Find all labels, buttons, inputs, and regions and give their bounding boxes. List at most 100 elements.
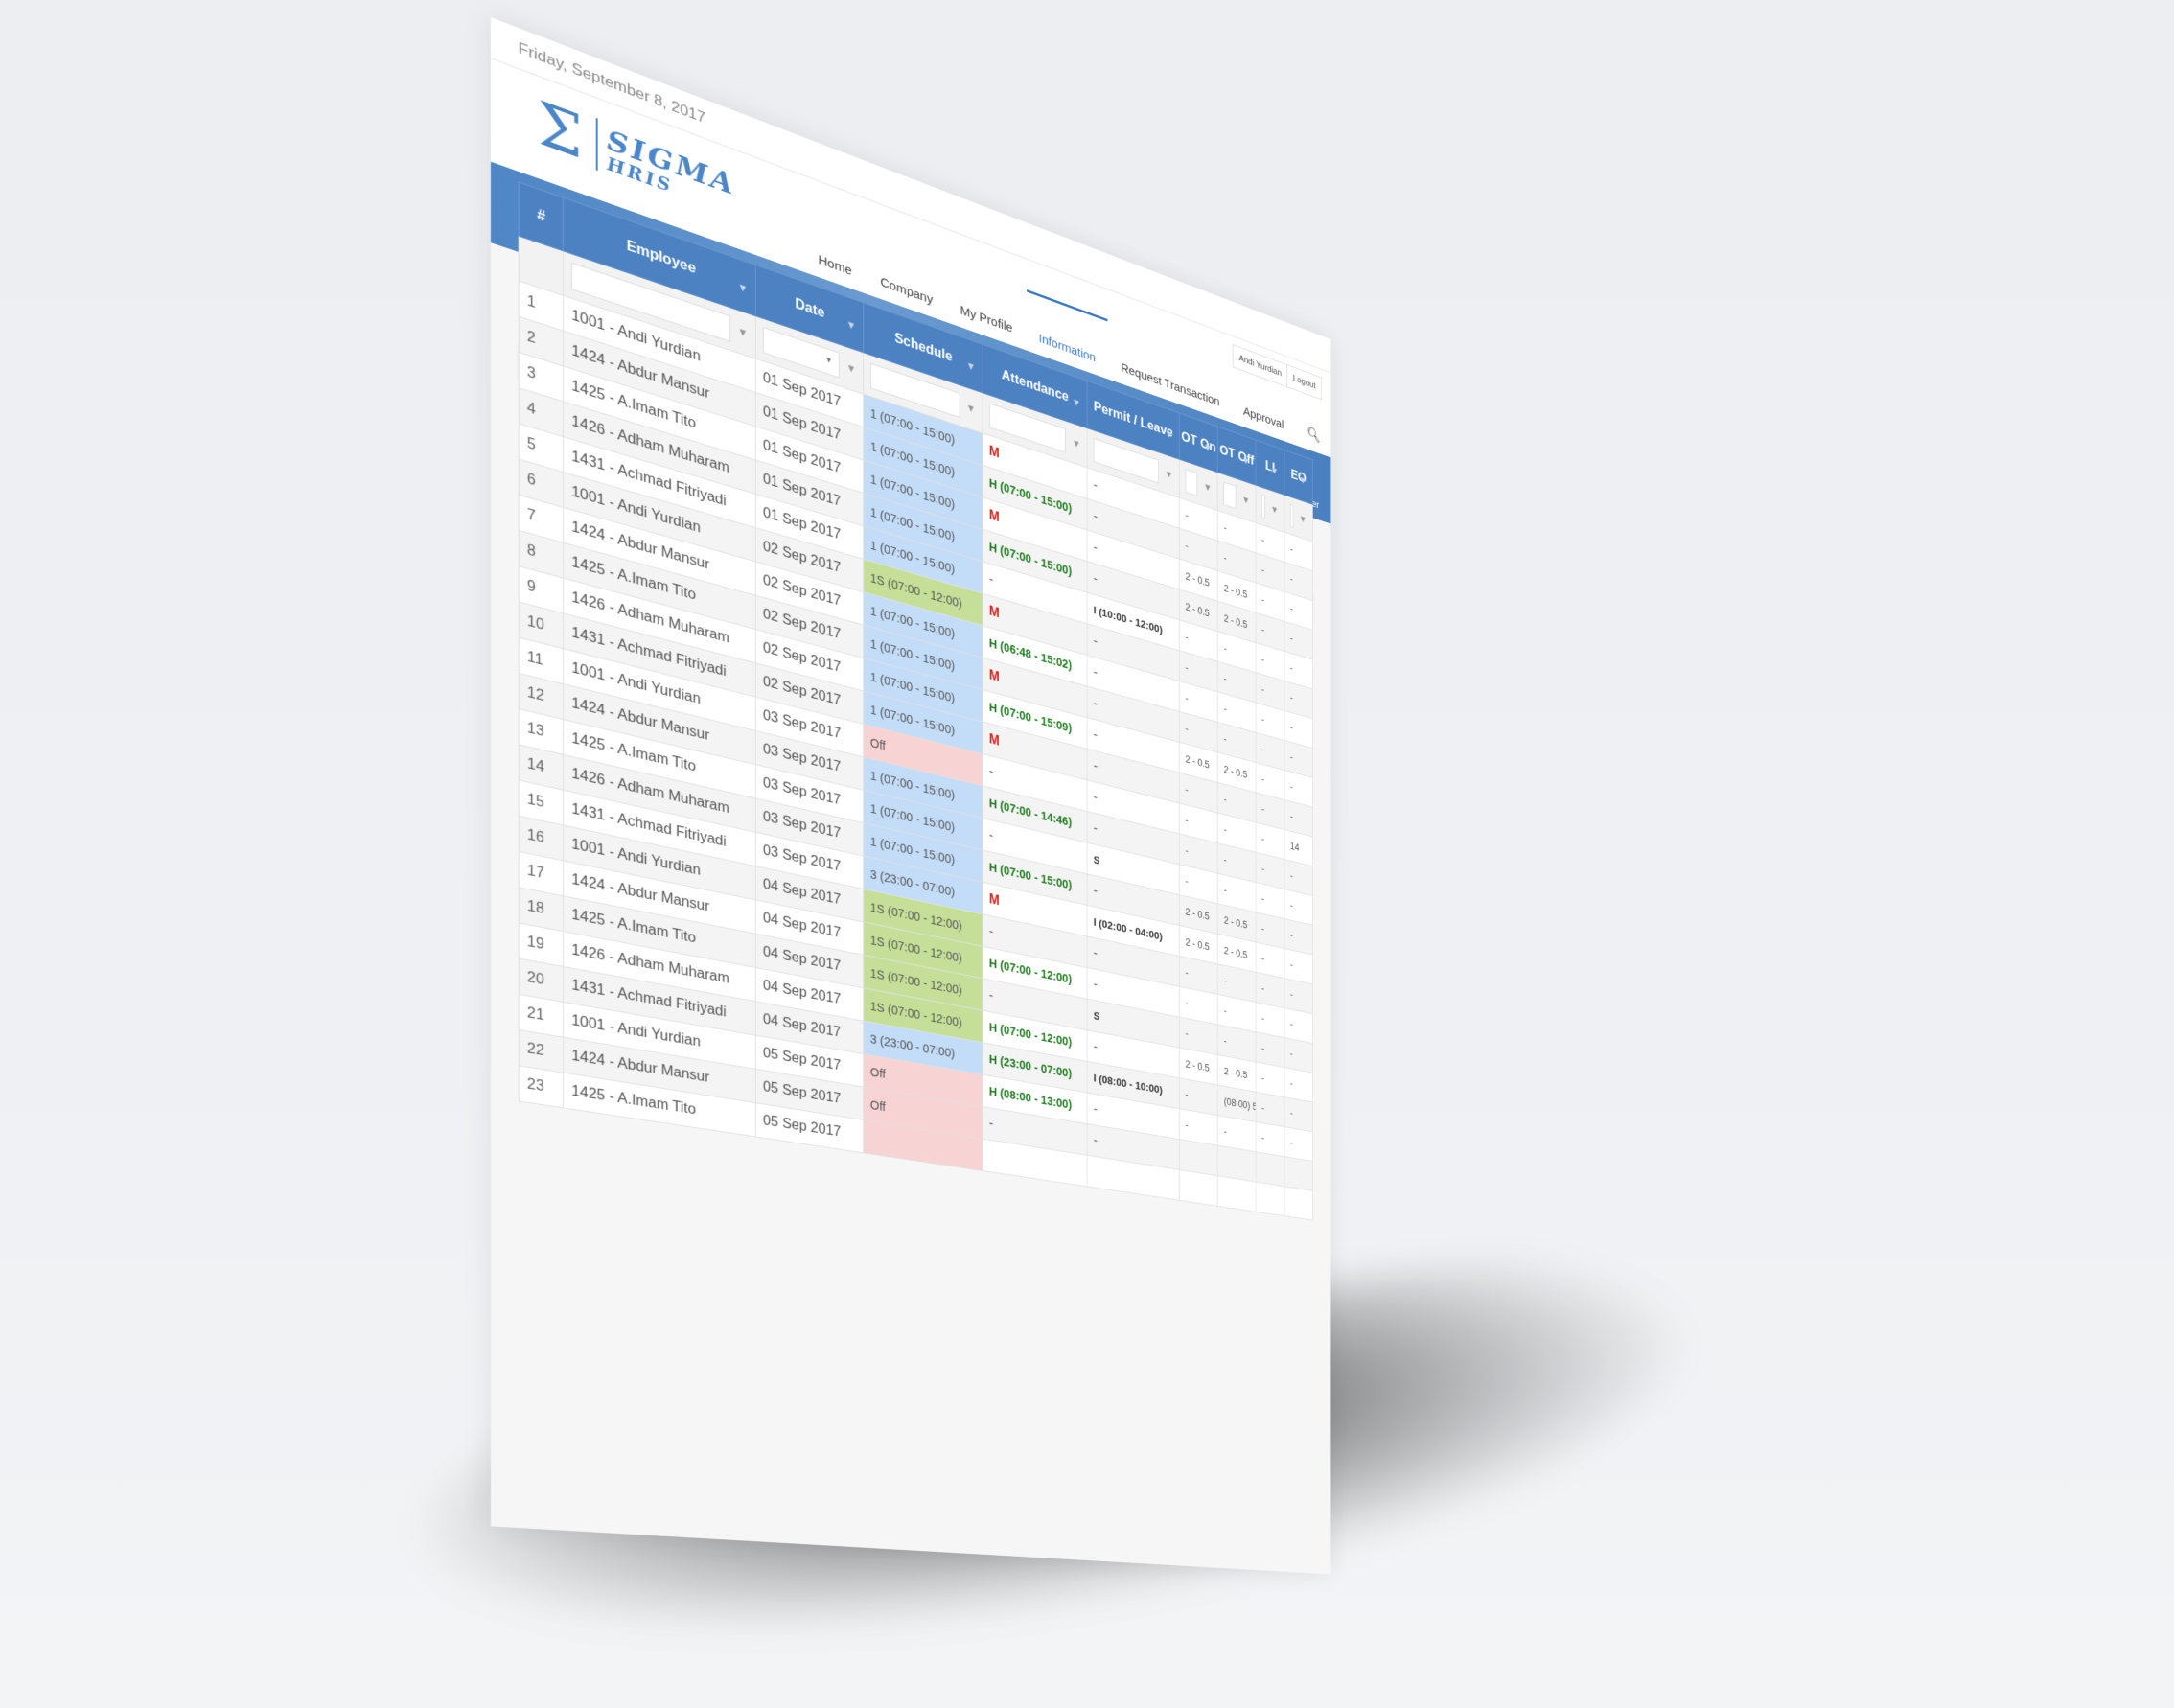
filter-icon[interactable]: ▼ xyxy=(1165,468,1173,481)
attendance-value: - xyxy=(988,1116,994,1131)
date-value: 04 Sep 2017 xyxy=(762,944,842,975)
li-value: - xyxy=(1261,743,1264,755)
permit-value: - xyxy=(1093,540,1098,556)
ot-on-value: - xyxy=(1185,723,1189,735)
filter-icon[interactable]: ▼ xyxy=(1072,436,1080,450)
li-value: - xyxy=(1261,892,1264,905)
permit-value: - xyxy=(1093,665,1098,681)
ot-on-value: - xyxy=(1185,540,1189,552)
filter-icon[interactable]: ▼ xyxy=(1204,441,1213,454)
column-filter-input[interactable] xyxy=(1261,494,1265,519)
no-value: 21 xyxy=(526,1004,544,1024)
ot-off-value: 2 - 0.5 xyxy=(1223,944,1248,961)
ot-off-value: 2 - 0.5 xyxy=(1223,582,1248,601)
li-value: - xyxy=(1261,1042,1264,1054)
li-value: - xyxy=(1261,1012,1264,1025)
filter-icon[interactable]: ▼ xyxy=(1241,494,1250,507)
ot-on-value: 2 - 0.5 xyxy=(1185,570,1210,589)
li-value: - xyxy=(1261,654,1264,666)
date-value: 05 Sep 2017 xyxy=(762,1113,842,1141)
column-filter-input[interactable] xyxy=(1185,469,1198,496)
eo-value: - xyxy=(1289,573,1293,586)
logout-button[interactable]: Logout xyxy=(1286,365,1322,400)
column-filter-input[interactable] xyxy=(1289,503,1294,528)
sigma-logo-icon: Σ xyxy=(537,86,583,173)
li-value: - xyxy=(1261,953,1264,965)
eo-value: - xyxy=(1289,1107,1293,1119)
cell-eo xyxy=(1284,1186,1313,1221)
search-icon[interactable]: 🔍︎ xyxy=(1307,425,1320,448)
filter-icon[interactable]: ▼ xyxy=(846,360,856,376)
permit-value: I (08:00 - 10:00) xyxy=(1093,1072,1163,1096)
ot-on-value: - xyxy=(1185,844,1189,857)
ot-on-value: - xyxy=(1185,661,1189,674)
permit-value: - xyxy=(1093,790,1098,805)
ot-off-value: 2 - 0.5 xyxy=(1223,763,1248,781)
filter-icon[interactable]: ▼ xyxy=(1299,473,1307,487)
logo-divider xyxy=(595,117,598,171)
ot-on-value: - xyxy=(1185,814,1189,826)
ot-off-value: - xyxy=(1223,521,1227,534)
no-value: 13 xyxy=(526,720,544,740)
no-value: 17 xyxy=(526,863,544,882)
attendance-value: H (08:00 - 13:00) xyxy=(988,1084,1073,1112)
column-header-label: Schedule xyxy=(894,331,953,365)
ot-off-value: - xyxy=(1223,1004,1227,1017)
ot-off-value: - xyxy=(1223,552,1227,565)
date-value: 04 Sep 2017 xyxy=(762,1011,842,1041)
filter-icon[interactable]: ▼ xyxy=(846,317,856,333)
permit-value: - xyxy=(1093,571,1098,587)
no-value: 9 xyxy=(526,578,536,596)
permit-value: - xyxy=(1093,727,1098,743)
filter-icon[interactable]: ▼ xyxy=(1299,513,1307,526)
filter-icon[interactable]: ▼ xyxy=(1072,395,1080,409)
eo-value: - xyxy=(1289,722,1293,733)
schedule-value: 3 (23:00 - 07:00) xyxy=(869,1031,955,1061)
schedule-value: Off xyxy=(869,1064,886,1081)
filter-icon[interactable]: ▼ xyxy=(1204,480,1213,494)
eo-value: - xyxy=(1289,810,1293,822)
filter-icon[interactable]: ▼ xyxy=(737,280,748,295)
permit-value: - xyxy=(1093,977,1098,992)
column-header-label: # xyxy=(537,207,546,226)
li-value: - xyxy=(1261,1073,1264,1084)
li-value: - xyxy=(1261,863,1264,875)
no-value: 14 xyxy=(526,755,544,775)
column-filter-input[interactable] xyxy=(1223,481,1237,510)
no-value: 20 xyxy=(526,969,544,988)
attendance-value: M xyxy=(988,668,1000,685)
column-header-label: Employee xyxy=(626,238,696,278)
filter-icon[interactable]: ▼ xyxy=(966,401,976,415)
filter-icon[interactable]: ▼ xyxy=(1165,427,1173,442)
eo-value: - xyxy=(1289,1048,1293,1060)
filter-icon[interactable]: ▼ xyxy=(966,358,976,373)
li-value: - xyxy=(1261,923,1264,935)
li-value: - xyxy=(1261,1102,1264,1115)
filter-icon[interactable]: ▼ xyxy=(1270,503,1278,517)
no-value: 23 xyxy=(526,1076,544,1096)
cell-eo xyxy=(1284,1156,1313,1191)
column-header-label: Attendance xyxy=(1001,367,1069,405)
attendance-value: - xyxy=(988,924,994,939)
li-value: - xyxy=(1261,833,1264,845)
li-value: - xyxy=(1261,534,1264,546)
ot-off-value: - xyxy=(1223,1125,1227,1138)
eo-value: - xyxy=(1289,1137,1293,1149)
ot-on-value: - xyxy=(1185,631,1189,644)
roster-page: Friday, September 8, 2017 Σ SIGMA HRIS A… xyxy=(491,17,1331,1575)
ot-on-value: - xyxy=(1185,1089,1189,1101)
date-value: 05 Sep 2017 xyxy=(762,1045,842,1073)
cell-li xyxy=(1256,1182,1284,1216)
permit-value: - xyxy=(1093,1133,1098,1148)
nav-home[interactable]: Home xyxy=(819,252,852,282)
no-value: 16 xyxy=(526,827,544,846)
attendance-value: - xyxy=(988,988,994,1004)
eo-value: 14 xyxy=(1289,840,1300,854)
ot-off-value: 2 - 0.5 xyxy=(1223,914,1248,932)
li-value: - xyxy=(1261,1132,1264,1144)
attendance-value: M xyxy=(988,507,1000,525)
filter-icon[interactable]: ▼ xyxy=(1241,454,1250,468)
filter-icon[interactable]: ▼ xyxy=(737,324,748,339)
eo-value: - xyxy=(1289,603,1293,615)
filter-icon[interactable]: ▼ xyxy=(1270,464,1278,477)
